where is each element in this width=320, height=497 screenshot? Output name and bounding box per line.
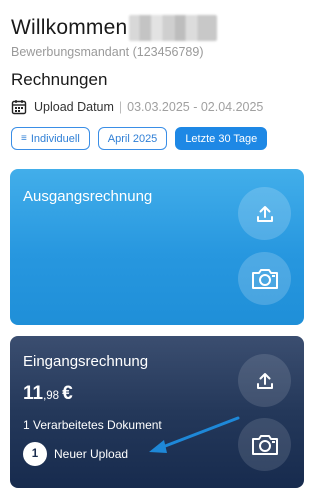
page-title: Rechnungen (11, 70, 108, 89)
card-title: Ausgangsrechnung (23, 188, 153, 205)
new-upload-label: Neuer Upload (54, 447, 129, 461)
chip-last-30-days[interactable]: Letzte 30 Tage (175, 127, 268, 150)
welcome-row: Willkommen (11, 13, 304, 43)
camera-button[interactable] (238, 252, 291, 305)
date-label: Upload Datum (34, 100, 114, 114)
upload-icon (256, 372, 273, 389)
chip-label: Letzte 30 Tage (185, 132, 258, 145)
upload-button[interactable] (238, 354, 291, 407)
client-name: Bewerbungsmandant (123456789) (11, 45, 204, 59)
processed-count: 1 Verarbeitetes Dokument (23, 418, 162, 432)
welcome-text: Willkommen (11, 16, 128, 39)
filter-chips: ≡ Individuell April 2025 Letzte 30 Tage (11, 127, 304, 150)
header: Willkommen Bewerbungsmandant (123456789)… (11, 13, 304, 150)
amount-integer: 11 (23, 383, 44, 404)
new-upload-count-badge: 1 (23, 442, 47, 466)
upload-button[interactable] (238, 187, 291, 240)
upload-icon (256, 205, 273, 222)
redacted-username (129, 15, 218, 41)
outgoing-invoice-card[interactable]: Ausgangsrechnung (10, 169, 304, 325)
card-title: Eingangsrechnung (23, 353, 149, 370)
currency: € (62, 383, 73, 404)
amount-decimal: ,98 (43, 390, 60, 402)
upload-date-filter[interactable]: Upload Datum | 03.03.2025 - 02.04.2025 (11, 97, 304, 117)
date-separator: | (118, 100, 123, 114)
invoice-total: 11,98 € (23, 383, 73, 405)
date-range: 03.03.2025 - 02.04.2025 (127, 100, 264, 114)
new-upload-indicator[interactable]: 1 Neuer Upload (23, 442, 128, 466)
camera-button[interactable] (238, 418, 291, 471)
chip-label: April 2025 (107, 132, 158, 145)
chip-april-2025[interactable]: April 2025 (97, 127, 168, 150)
camera-icon (251, 434, 278, 455)
chip-individuell[interactable]: ≡ Individuell (11, 127, 90, 150)
filter-lines-icon: ≡ (21, 133, 27, 144)
chip-label: Individuell (30, 132, 80, 145)
incoming-invoice-card[interactable]: Eingangsrechnung 11,98 € 1 Verarbeitetes … (10, 336, 304, 488)
camera-icon (251, 268, 278, 289)
calendar-icon (11, 99, 27, 115)
